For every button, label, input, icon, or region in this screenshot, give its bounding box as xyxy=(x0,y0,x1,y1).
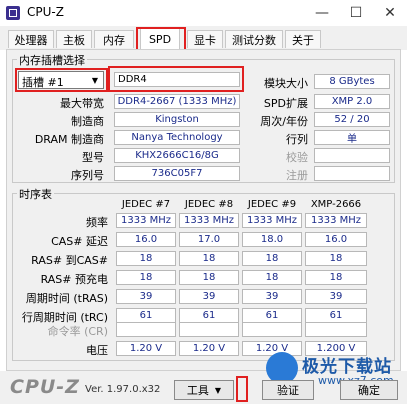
timing-row-label: 命令率 (CR) xyxy=(47,325,108,338)
tools-highlight xyxy=(236,376,248,402)
timing-cell: 18 xyxy=(179,251,239,266)
chevron-down-icon: ▼ xyxy=(214,385,222,395)
spd-tab-highlight xyxy=(136,27,186,51)
timing-cell: 1.20 V xyxy=(242,341,302,356)
timing-cell: 39 xyxy=(116,289,176,304)
timing-cell xyxy=(305,322,367,337)
timing-row-label: 电压 xyxy=(86,344,108,357)
maximize-button[interactable]: ☐ xyxy=(339,0,373,26)
week-year-label: 周次/年份 xyxy=(260,115,308,128)
timing-cell: 18 xyxy=(305,270,367,285)
timing-cell: 1333 MHz xyxy=(305,213,367,228)
serial-number-value: 736C05F7 xyxy=(114,166,240,181)
timing-row-label: 周期时间 (tRAS) xyxy=(25,292,108,305)
timing-cell: 61 xyxy=(116,308,176,323)
timing-cell: 1.20 V xyxy=(116,341,176,356)
timing-cell: 1333 MHz xyxy=(242,213,302,228)
ok-button[interactable]: 确定 xyxy=(340,380,398,400)
tools-button[interactable]: 工具 ▼ xyxy=(174,380,234,400)
ranks-value: 单 xyxy=(314,130,390,145)
close-button[interactable]: ✕ xyxy=(373,0,407,26)
timing-row-label: RAS# 到CAS# xyxy=(31,254,108,267)
timing-cell: 1333 MHz xyxy=(179,213,239,228)
timing-cell: 61 xyxy=(179,308,239,323)
correction-value xyxy=(314,148,390,163)
timing-cell: 39 xyxy=(179,289,239,304)
spd-ext-value: XMP 2.0 xyxy=(314,94,390,109)
serial-number-label: 序列号 xyxy=(71,169,104,182)
timing-cell: 18 xyxy=(242,251,302,266)
tab-graphics[interactable]: 显卡 xyxy=(187,30,223,48)
part-number-label: 型号 xyxy=(82,151,104,164)
timing-cell xyxy=(116,322,176,337)
timing-col-header: JEDEC #9 xyxy=(247,199,297,210)
version-label: Ver. 1.97.0.x32 xyxy=(85,384,161,395)
module-size-label: 模块大小 xyxy=(264,77,308,90)
ranks-label: 行列 xyxy=(286,133,308,146)
timing-cell: 39 xyxy=(242,289,302,304)
timing-cell: 16.0 xyxy=(116,232,176,247)
slot-select-highlight xyxy=(15,68,108,92)
spd-ext-label: SPD扩展 xyxy=(263,97,308,110)
timing-cell: 18.0 xyxy=(242,232,302,247)
timing-cell: 1333 MHz xyxy=(116,213,176,228)
timing-cell: 18 xyxy=(242,270,302,285)
cpuz-app-icon xyxy=(6,6,20,20)
correction-label: 校验 xyxy=(286,151,308,164)
manufacturer-label: 制造商 xyxy=(71,115,104,128)
validate-button[interactable]: 验证 xyxy=(262,380,314,400)
timing-row-label: 频率 xyxy=(86,216,108,229)
manufacturer-value: Kingston xyxy=(114,112,240,127)
module-type-highlight xyxy=(108,66,244,92)
timing-cell xyxy=(179,322,239,337)
tools-button-label: 工具 xyxy=(186,384,209,397)
timing-cell: 16.0 xyxy=(305,232,367,247)
timing-group-label: 时序表 xyxy=(17,186,54,202)
timing-col-header: XMP-2666 xyxy=(310,199,362,210)
tab-cpu[interactable]: 处理器 xyxy=(8,30,54,48)
timing-cell: 18 xyxy=(305,251,367,266)
cpuz-logo: CPU-Z xyxy=(10,376,80,398)
slot-group-label: 内存插槽选择 xyxy=(17,52,87,68)
part-number-value: KHX2666C16/8G xyxy=(114,148,240,163)
timing-cell: 18 xyxy=(116,270,176,285)
week-year-value: 52 / 20 xyxy=(314,112,390,127)
timing-cell: 61 xyxy=(305,308,367,323)
timing-cell: 61 xyxy=(242,308,302,323)
timing-cell: 1.20 V xyxy=(179,341,239,356)
dram-manufacturer-value: Nanya Technology xyxy=(114,130,240,145)
timing-row-label: RAS# 预充电 xyxy=(40,273,108,286)
registered-label: 注册 xyxy=(286,169,308,182)
timing-cell xyxy=(242,322,302,337)
tab-about[interactable]: 关于 xyxy=(285,30,321,48)
timing-cell: 18 xyxy=(116,251,176,266)
registered-value xyxy=(314,166,390,181)
tab-memory[interactable]: 内存 xyxy=(94,30,134,48)
minimize-button[interactable]: — xyxy=(305,0,339,26)
timing-row-label: CAS# 延迟 xyxy=(51,235,108,248)
timing-cell: 18 xyxy=(179,270,239,285)
tab-mainboard[interactable]: 主板 xyxy=(56,30,92,48)
timing-col-header: JEDEC #7 xyxy=(121,199,171,210)
timing-col-header: JEDEC #8 xyxy=(184,199,234,210)
max-bandwidth-value: DDR4-2667 (1333 MHz) xyxy=(114,94,240,109)
timing-cell: 39 xyxy=(305,289,367,304)
tab-bench[interactable]: 测试分数 xyxy=(225,30,283,48)
window-title: CPU-Z xyxy=(27,5,64,19)
module-size-value: 8 GBytes xyxy=(314,74,390,89)
dram-manufacturer-label: DRAM 制造商 xyxy=(34,133,104,146)
max-bandwidth-label: 最大带宽 xyxy=(60,97,104,110)
timing-cell: 17.0 xyxy=(179,232,239,247)
